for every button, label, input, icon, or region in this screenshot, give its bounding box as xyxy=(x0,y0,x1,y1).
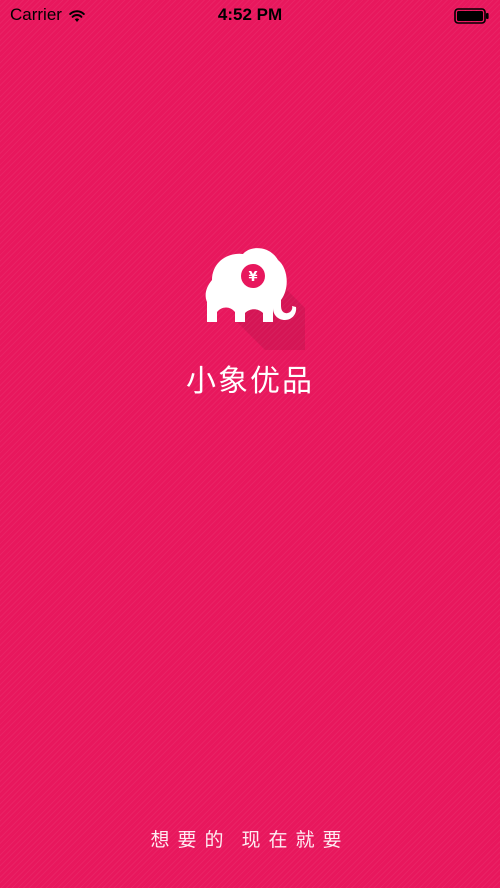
app-name: 小象优品 xyxy=(186,364,314,399)
status-bar: Carrier 4:52 PM xyxy=(0,0,500,32)
yen-symbol: ¥ xyxy=(248,270,257,285)
battery-icon xyxy=(454,8,490,24)
tagline-part1: 想要的 xyxy=(150,829,232,851)
brand-block: ¥ 小象优品 xyxy=(0,240,500,400)
splash-screen: Carrier 4:52 PM ¥ 小象优品 想要的 现在就要 xyxy=(0,0,500,888)
tagline-part2: 现在就要 xyxy=(241,829,350,851)
status-time: 4:52 PM xyxy=(217,5,283,24)
elephant-yen-logo-icon: ¥ xyxy=(205,248,305,350)
tagline: 想要的 现在就要 xyxy=(0,825,500,852)
